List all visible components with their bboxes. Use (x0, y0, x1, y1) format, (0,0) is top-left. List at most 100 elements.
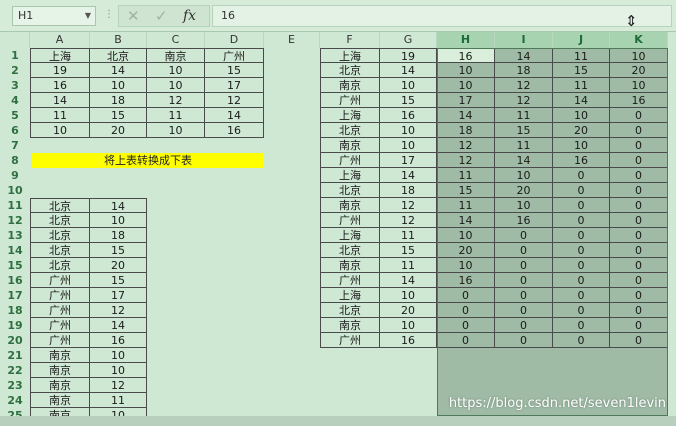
right-table-cell[interactable]: 18 (380, 183, 437, 198)
right-table-cell[interactable]: 11 (495, 138, 553, 153)
right-table-cell[interactable]: 0 (553, 243, 610, 258)
row-header-15[interactable]: 15 (0, 258, 30, 273)
column-header-h[interactable]: H (437, 32, 495, 48)
right-table-cell[interactable]: 20 (380, 303, 437, 318)
right-table-cell[interactable]: 10 (610, 48, 668, 63)
column-header-j[interactable]: J (553, 32, 610, 48)
right-table-cell[interactable]: 0 (437, 318, 495, 333)
right-table-cell[interactable]: 14 (380, 168, 437, 183)
right-table-cell[interactable]: 0 (553, 213, 610, 228)
right-table-cell[interactable]: 0 (610, 213, 668, 228)
top-table-cell[interactable]: 10 (147, 63, 205, 78)
bottom-table-cell[interactable]: 14 (90, 198, 147, 213)
right-table-cell[interactable]: 10 (553, 138, 610, 153)
row-header-4[interactable]: 4 (0, 93, 30, 108)
top-table-cell[interactable]: 20 (90, 123, 147, 138)
right-table-cell[interactable]: 0 (437, 333, 495, 348)
right-table-cell[interactable]: 15 (495, 123, 553, 138)
bottom-table-cell[interactable]: 北京 (30, 258, 90, 273)
right-table-cell[interactable]: 0 (553, 258, 610, 273)
right-table-cell[interactable]: 0 (610, 273, 668, 288)
column-header-c[interactable]: C (147, 32, 205, 48)
right-table-cell[interactable]: 0 (553, 303, 610, 318)
right-table-cell[interactable]: 北京 (320, 123, 380, 138)
top-table-cell[interactable]: 12 (205, 93, 264, 108)
right-table-cell[interactable]: 20 (437, 243, 495, 258)
bottom-table-cell[interactable]: 广州 (30, 303, 90, 318)
row-header-8[interactable]: 8 (0, 153, 30, 168)
right-table-cell[interactable]: 11 (437, 198, 495, 213)
top-table-cell[interactable]: 10 (90, 78, 147, 93)
right-table-cell[interactable]: 广州 (320, 273, 380, 288)
bottom-table-cell[interactable]: 北京 (30, 243, 90, 258)
top-table-header-cell[interactable]: 广州 (205, 48, 264, 63)
right-table-cell[interactable]: 0 (495, 303, 553, 318)
right-table-cell[interactable]: 北京 (320, 303, 380, 318)
right-table-cell[interactable]: 14 (437, 108, 495, 123)
right-table-cell[interactable]: 广州 (320, 93, 380, 108)
right-table-cell[interactable]: 10 (380, 318, 437, 333)
right-table-cell[interactable]: 0 (553, 333, 610, 348)
bottom-table-cell[interactable]: 北京 (30, 213, 90, 228)
right-table-cell[interactable]: 0 (610, 108, 668, 123)
bottom-table-cell[interactable]: 18 (90, 228, 147, 243)
top-table-cell[interactable]: 15 (90, 108, 147, 123)
bottom-table-cell[interactable]: 南京 (30, 348, 90, 363)
bottom-table-cell[interactable]: 南京 (30, 378, 90, 393)
top-table-cell[interactable]: 16 (205, 123, 264, 138)
right-table-cell[interactable]: 0 (495, 258, 553, 273)
right-table-cell[interactable]: 北京 (320, 183, 380, 198)
row-header-7[interactable]: 7 (0, 138, 30, 153)
row-header-2[interactable]: 2 (0, 63, 30, 78)
right-table-cell[interactable]: 16 (437, 48, 495, 63)
right-table-cell[interactable]: 广州 (320, 333, 380, 348)
right-table-cell[interactable]: 0 (610, 333, 668, 348)
right-table-cell[interactable]: 0 (610, 198, 668, 213)
right-table-cell[interactable]: 11 (380, 228, 437, 243)
right-table-cell[interactable]: 10 (553, 108, 610, 123)
right-table-cell[interactable]: 0 (553, 273, 610, 288)
right-table-cell[interactable]: 0 (610, 183, 668, 198)
bottom-table-cell[interactable]: 10 (90, 363, 147, 378)
bottom-table-cell[interactable]: 15 (90, 243, 147, 258)
top-table-cell[interactable]: 12 (147, 93, 205, 108)
right-table-cell[interactable]: 11 (380, 258, 437, 273)
bottom-table-cell[interactable]: 10 (90, 213, 147, 228)
row-header-13[interactable]: 13 (0, 228, 30, 243)
row-header-5[interactable]: 5 (0, 108, 30, 123)
row-header-11[interactable]: 11 (0, 198, 30, 213)
right-table-cell[interactable]: 10 (437, 258, 495, 273)
right-table-cell[interactable]: 19 (380, 48, 437, 63)
right-table-cell[interactable]: 16 (553, 153, 610, 168)
right-table-cell[interactable]: 南京 (320, 198, 380, 213)
right-table-cell[interactable]: 北京 (320, 243, 380, 258)
name-box[interactable]: H1 ▼ (12, 6, 96, 26)
top-table-header-cell[interactable]: 北京 (90, 48, 147, 63)
row-header-14[interactable]: 14 (0, 243, 30, 258)
right-table-cell[interactable]: 10 (380, 78, 437, 93)
bottom-table-cell[interactable]: 10 (90, 348, 147, 363)
right-table-cell[interactable]: 11 (437, 168, 495, 183)
right-table-cell[interactable]: 16 (380, 108, 437, 123)
bottom-table-cell[interactable]: 北京 (30, 198, 90, 213)
spreadsheet-grid[interactable]: A B C D E F G H I J K 1 2 3 4 5 6 7 8 9 10 11 12 13 14 15 16 17 18 19… (0, 32, 676, 426)
right-table-cell[interactable]: 18 (495, 63, 553, 78)
top-table-header-cell[interactable]: 上海 (30, 48, 90, 63)
top-table-cell[interactable]: 11 (30, 108, 90, 123)
right-table-cell[interactable]: 0 (495, 243, 553, 258)
column-header-b[interactable]: B (90, 32, 147, 48)
right-table-cell[interactable]: 14 (495, 48, 553, 63)
confirm-icon[interactable]: ✓ (155, 7, 168, 25)
bottom-table-cell[interactable]: 广州 (30, 273, 90, 288)
right-table-cell[interactable]: 15 (437, 183, 495, 198)
top-table-cell[interactable]: 18 (90, 93, 147, 108)
right-table-cell[interactable]: 14 (380, 273, 437, 288)
bottom-table-cell[interactable]: 16 (90, 333, 147, 348)
right-table-cell[interactable]: 北京 (320, 63, 380, 78)
right-table-cell[interactable]: 0 (437, 303, 495, 318)
bottom-table-cell[interactable]: 20 (90, 258, 147, 273)
top-table-header-cell[interactable]: 南京 (147, 48, 205, 63)
select-all-corner[interactable] (0, 32, 30, 48)
right-table-cell[interactable]: 0 (610, 303, 668, 318)
column-header-a[interactable]: A (30, 32, 90, 48)
